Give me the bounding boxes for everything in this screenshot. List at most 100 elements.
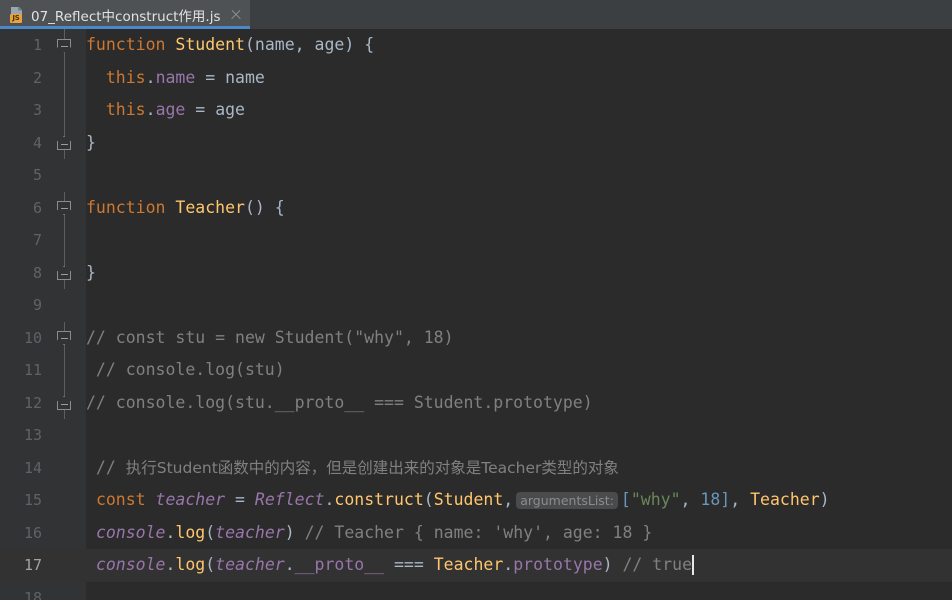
fold-column[interactable]	[52, 224, 76, 257]
code-text[interactable]	[76, 419, 952, 452]
code-text[interactable]	[76, 289, 952, 322]
code-line[interactable]: 4}	[0, 126, 952, 160]
line-number: 16	[23, 523, 42, 542]
close-icon[interactable]	[229, 8, 243, 22]
code-token: (	[205, 522, 216, 542]
fold-region-end-icon[interactable]	[57, 396, 71, 410]
code-text[interactable]: this. age = age	[76, 94, 952, 127]
code-text[interactable]: // console.log(stu)	[76, 354, 952, 387]
code-token: //	[86, 457, 126, 477]
code-text[interactable]: }	[76, 127, 952, 160]
code-line[interactable]: 3 this. age = age	[0, 94, 952, 127]
fold-column[interactable]	[52, 159, 76, 192]
fold-column[interactable]	[52, 582, 76, 600]
code-token: 执行Student函数中的内容，但是创建出来的对象是Teacher类型的对象	[125, 458, 619, 477]
fold-column[interactable]	[52, 452, 76, 485]
code-line[interactable]: 9	[0, 289, 952, 322]
code-line[interactable]: 11 // console.log(stu)	[0, 354, 952, 387]
line-number: 4	[32, 133, 42, 152]
code-token: Student	[175, 35, 245, 54]
fold-column[interactable]	[52, 549, 76, 582]
code-token: Teacher	[750, 490, 820, 509]
fold-region-start-icon[interactable]	[57, 201, 71, 215]
code-text[interactable]: // 执行Student函数中的内容，但是创建出来的对象是Teacher类型的对…	[76, 452, 952, 485]
code-token: ,	[503, 490, 514, 509]
code-line[interactable]: 7	[0, 224, 952, 257]
code-token: .	[324, 490, 335, 509]
code-line[interactable]: 17 console. log(teacher. __proto__ === Tea…	[0, 549, 952, 582]
fold-region-start-icon[interactable]	[57, 331, 71, 345]
code-token: .	[503, 555, 514, 574]
code-line[interactable]: 13	[0, 419, 952, 452]
editor-tab-active[interactable]: JS 07_Reflect中construct作用.js	[0, 0, 250, 29]
code-token: age	[314, 35, 345, 54]
code-text[interactable]: const teacher = Reflect. construct(Studen…	[76, 484, 952, 517]
code-token: name	[155, 67, 196, 87]
code-token: console	[95, 522, 166, 542]
line-number: 15	[23, 491, 42, 510]
line-number: 11	[23, 361, 42, 380]
fold-column[interactable]	[52, 484, 76, 517]
code-text[interactable]: // const stu = new Student("why", 18)	[76, 322, 952, 355]
code-editor[interactable]: 1 function Student(name, age) {2 this. nam…	[0, 29, 952, 600]
fold-column[interactable]	[52, 29, 76, 62]
fold-region-end-icon[interactable]	[57, 266, 71, 280]
fold-region-end-icon[interactable]	[57, 136, 71, 150]
code-token: Reflect	[254, 490, 325, 509]
code-line[interactable]: 1 function Student(name, age) {	[0, 29, 952, 62]
fold-column[interactable]	[52, 386, 76, 419]
fold-column[interactable]	[52, 126, 76, 159]
fold-column[interactable]	[52, 419, 76, 452]
code-text[interactable]: this. name = name	[76, 62, 952, 95]
code-token: }	[86, 132, 96, 152]
fold-column[interactable]	[52, 191, 76, 224]
code-token: // Teacher { name: 'why', age: 18 }	[294, 522, 653, 542]
code-line[interactable]: 14 // 执行Student函数中的内容，但是创建出来的对象是Teacher类…	[0, 452, 952, 485]
code-line[interactable]: 5	[0, 159, 952, 192]
fold-column[interactable]	[52, 321, 76, 354]
code-token: Student	[433, 490, 504, 509]
line-number: 2	[32, 68, 42, 87]
code-text[interactable]	[76, 224, 952, 257]
code-text[interactable]: }	[76, 257, 952, 290]
code-line[interactable]: 16 console. log(teacher) // Teacher { nam…	[0, 517, 952, 550]
code-token: const	[95, 490, 146, 509]
code-line[interactable]: 18	[0, 582, 952, 600]
code-text[interactable]: console. log(teacher) // Teacher { name: …	[76, 517, 952, 550]
line-number: 14	[23, 458, 42, 477]
code-token: .	[145, 67, 156, 87]
fold-column[interactable]	[52, 354, 76, 387]
code-line[interactable]: 15 const teacher = Reflect. construct(Stu…	[0, 484, 952, 517]
code-text[interactable]: console. log(teacher. __proto__ === Teache…	[76, 549, 952, 582]
code-token: age	[155, 100, 186, 119]
code-line[interactable]: 2 this. name = name	[0, 61, 952, 95]
fold-column[interactable]	[52, 289, 76, 322]
code-text[interactable]: // console.log(stu.__proto__ === Student…	[76, 387, 952, 420]
fold-column[interactable]	[52, 517, 76, 550]
code-token: .	[165, 555, 176, 574]
code-text[interactable]: function Teacher() {	[76, 192, 952, 225]
code-token: =	[185, 100, 216, 119]
line-number: 8	[32, 263, 42, 282]
code-line[interactable]: 6 function Teacher() {	[0, 191, 952, 225]
code-text[interactable]	[76, 159, 952, 192]
code-token: function	[86, 35, 166, 54]
code-token: .	[165, 522, 176, 542]
fold-column[interactable]	[52, 61, 76, 94]
editor-tab-title: 07_Reflect中construct作用.js	[31, 8, 221, 25]
code-text[interactable]	[76, 582, 952, 600]
code-token: console	[95, 555, 166, 574]
code-text[interactable]: function Student(name, age) {	[76, 29, 952, 62]
fold-column[interactable]	[52, 256, 76, 289]
code-line[interactable]: 10 // const stu = new Student("why", 18)	[0, 321, 952, 355]
code-line[interactable]: 12 // console.log(stu.__proto__ === Stude…	[0, 386, 952, 420]
code-line[interactable]: 8}	[0, 256, 952, 290]
fold-column[interactable]	[52, 94, 76, 127]
code-token: // console.log(stu)	[86, 360, 285, 379]
line-number: 7	[32, 231, 42, 250]
code-token: function	[86, 197, 166, 217]
fold-region-start-icon[interactable]	[57, 38, 71, 53]
